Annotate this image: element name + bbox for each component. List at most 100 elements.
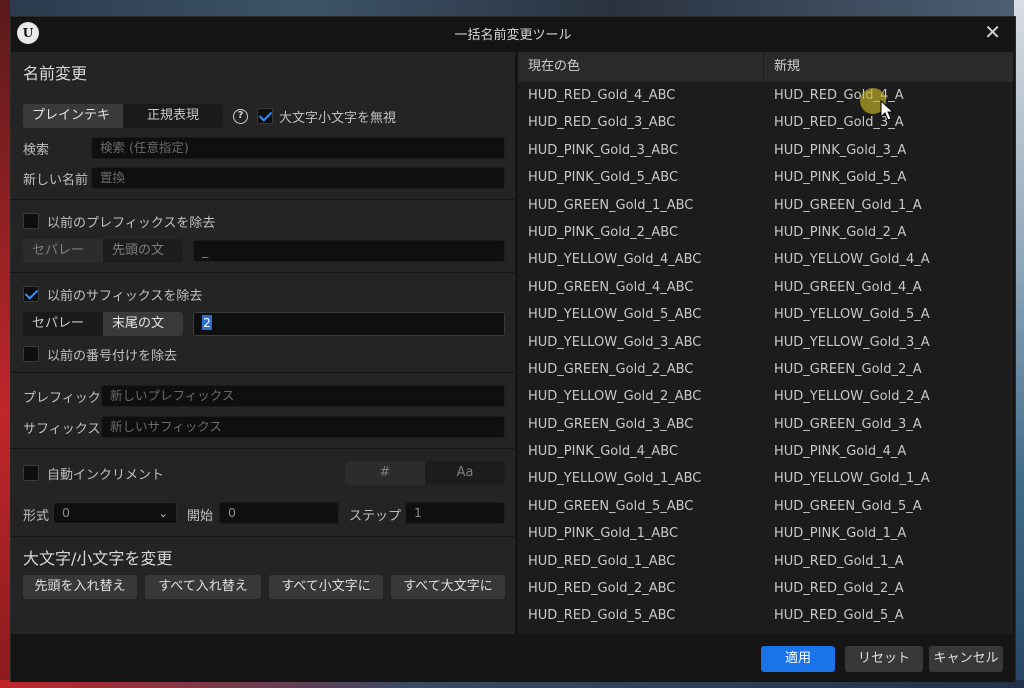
backdrop-left bbox=[0, 0, 10, 688]
table-row[interactable]: HUD_YELLOW_Gold_2_ABC HUD_YELLOW_Gold_2_A bbox=[518, 383, 1013, 410]
table-row[interactable]: HUD_YELLOW_Gold_1_ABC HUD_YELLOW_Gold_1_A bbox=[518, 465, 1013, 492]
table-header: 現在の色 新規 bbox=[518, 52, 1013, 82]
auto-increment-label: 自動インクリメント bbox=[47, 468, 165, 483]
column-header-current[interactable]: 現在の色 bbox=[518, 52, 764, 82]
current-name-cell: HUD_YELLOW_Gold_4_ABC bbox=[528, 252, 702, 268]
increment-mode-hash[interactable]: # bbox=[345, 461, 425, 485]
step-input[interactable]: 1 bbox=[405, 502, 505, 524]
options-panel: 名前変更 プレインテキスト 正規表現 ? 大文字小文字を無視 検索 検索 (任意… bbox=[11, 52, 515, 634]
current-name-cell: HUD_YELLOW_Gold_5_ABC bbox=[528, 307, 702, 323]
table-row[interactable]: HUD_GREEN_Gold_2_ABC HUD_GREEN_Gold_2_A bbox=[518, 356, 1013, 383]
remove-prefix-checkbox[interactable] bbox=[23, 213, 39, 229]
reset-button[interactable]: リセット bbox=[845, 646, 923, 672]
close-icon[interactable]: ✕ bbox=[984, 20, 1001, 44]
increment-mode-alpha[interactable]: Aa bbox=[425, 461, 505, 485]
new-name-cell: HUD_YELLOW_Gold_5_A bbox=[774, 307, 930, 323]
table-row[interactable]: HUD_YELLOW_Gold_4_ABC HUD_YELLOW_Gold_4_A bbox=[518, 246, 1013, 273]
prefix-separator-option[interactable]: セパレータ bbox=[23, 239, 103, 263]
preview-table: 現在の色 新規 HUD_RED_Gold_4_ABC HUD_RED_Gold_4… bbox=[518, 52, 1013, 634]
remove-suffix-label: 以前のサフィックスを除去 bbox=[47, 289, 203, 304]
new-name-cell: HUD_RED_Gold_1_A bbox=[774, 553, 904, 569]
new-suffix-label: サフィックス bbox=[23, 422, 101, 437]
current-name-cell: HUD_GREEN_Gold_4_ABC bbox=[528, 279, 694, 295]
search-input[interactable]: 検索 (任意指定) bbox=[91, 137, 505, 159]
table-row[interactable]: HUD_YELLOW_Gold_3_ABC HUD_YELLOW_Gold_3_A bbox=[518, 329, 1013, 356]
case-change-heading: 大文字/小文字を変更 bbox=[23, 549, 173, 568]
suffix-value-input[interactable]: 2 bbox=[193, 312, 505, 336]
ignore-case-label: 大文字小文字を無視 bbox=[279, 111, 397, 126]
current-name-cell: HUD_RED_Gold_1_ABC bbox=[528, 553, 676, 569]
table-row[interactable]: HUD_RED_Gold_1_ABC HUD_RED_Gold_1_A bbox=[518, 548, 1013, 575]
suffix-separator-option[interactable]: セパレータ bbox=[23, 312, 103, 336]
remove-suffix-checkbox[interactable] bbox=[23, 286, 39, 302]
new-name-cell: HUD_GREEN_Gold_5_A bbox=[774, 498, 922, 514]
rename-section: 名前変更 プレインテキスト 正規表現 ? 大文字小文字を無視 検索 検索 (任意… bbox=[11, 52, 515, 200]
rename-heading: 名前変更 bbox=[23, 64, 88, 83]
remove-numbering-checkbox[interactable] bbox=[23, 346, 39, 362]
table-row[interactable]: HUD_PINK_Gold_4_ABC HUD_PINK_Gold_4_A bbox=[518, 438, 1013, 465]
prefix-leading-chars-option[interactable]: 先頭の文字 bbox=[103, 239, 183, 263]
ignore-case-checkbox[interactable] bbox=[257, 108, 273, 124]
rename-mode-toggle: プレインテキスト 正規表現 bbox=[23, 104, 223, 128]
column-header-new[interactable]: 新規 bbox=[764, 52, 800, 82]
new-name-cell: HUD_RED_Gold_5_A bbox=[774, 608, 904, 624]
lowercase-button[interactable]: すべて小文字に bbox=[269, 575, 383, 599]
new-suffix-input[interactable]: 新しいサフィックス bbox=[101, 416, 505, 438]
new-name-cell: HUD_GREEN_Gold_1_A bbox=[774, 197, 922, 213]
new-name-cell: HUD_YELLOW_Gold_1_A bbox=[774, 471, 930, 487]
new-name-cell: HUD_GREEN_Gold_4_A bbox=[774, 279, 922, 295]
current-name-cell: HUD_PINK_Gold_1_ABC bbox=[528, 526, 679, 542]
format-dropdown[interactable]: 0 ⌄ bbox=[53, 502, 177, 524]
new-name-cell: HUD_YELLOW_Gold_2_A bbox=[774, 389, 930, 405]
table-row[interactable]: HUD_RED_Gold_3_ABC HUD_RED_Gold_3_A bbox=[518, 109, 1013, 136]
mode-plain-text[interactable]: プレインテキスト bbox=[23, 104, 123, 128]
table-row[interactable]: HUD_GREEN_Gold_1_ABC HUD_GREEN_Gold_1_A bbox=[518, 192, 1013, 219]
increment-mode-toggle: # Aa bbox=[345, 461, 505, 485]
table-row[interactable]: HUD_RED_Gold_2_ABC HUD_RED_Gold_2_A bbox=[518, 575, 1013, 602]
table-row[interactable]: HUD_PINK_Gold_1_ABC HUD_PINK_Gold_1_A bbox=[518, 520, 1013, 547]
table-row[interactable]: HUD_GREEN_Gold_3_ABC HUD_GREEN_Gold_3_A bbox=[518, 411, 1013, 438]
prefix-mode-toggle: セパレータ 先頭の文字 bbox=[23, 239, 183, 263]
table-row[interactable]: HUD_YELLOW_Gold_5_ABC HUD_YELLOW_Gold_5_A bbox=[518, 301, 1013, 328]
new-name-cell: HUD_YELLOW_Gold_4_A bbox=[774, 252, 930, 268]
apply-button[interactable]: 適用 bbox=[761, 646, 835, 672]
remove-prefix-label: 以前のプレフィックスを除去 bbox=[47, 216, 216, 231]
current-name-cell: HUD_YELLOW_Gold_3_ABC bbox=[528, 334, 702, 350]
current-name-cell: HUD_PINK_Gold_5_ABC bbox=[528, 170, 679, 186]
new-name-cell: HUD_PINK_Gold_5_A bbox=[774, 170, 907, 186]
current-name-cell: HUD_YELLOW_Gold_1_ABC bbox=[528, 471, 702, 487]
auto-increment-checkbox[interactable] bbox=[23, 465, 39, 481]
new-name-input[interactable]: 置換 bbox=[91, 167, 505, 189]
table-row[interactable]: HUD_PINK_Gold_5_ABC HUD_PINK_Gold_5_A bbox=[518, 164, 1013, 191]
table-row[interactable]: HUD_PINK_Gold_2_ABC HUD_PINK_Gold_2_A bbox=[518, 219, 1013, 246]
remove-numbering-label: 以前の番号付けを除去 bbox=[47, 349, 178, 364]
help-icon[interactable]: ? bbox=[233, 109, 248, 124]
table-row[interactable]: HUD_RED_Gold_4_ABC HUD_RED_Gold_4_A bbox=[518, 82, 1013, 109]
title-bar[interactable]: U 一括名前変更ツール ✕ bbox=[11, 17, 1015, 49]
uppercase-button[interactable]: すべて大文字に bbox=[391, 575, 505, 599]
suffix-trailing-chars-option[interactable]: 末尾の文字 bbox=[103, 312, 183, 336]
mode-regex[interactable]: 正規表現 bbox=[123, 104, 223, 128]
new-name-cell: HUD_RED_Gold_2_A bbox=[774, 581, 904, 597]
table-row[interactable]: HUD_PINK_Gold_3_ABC HUD_PINK_Gold_3_A bbox=[518, 137, 1013, 164]
start-input[interactable]: 0 bbox=[219, 502, 339, 524]
capitalize-button[interactable]: 先頭を入れ替え bbox=[23, 575, 137, 599]
table-row[interactable]: HUD_GREEN_Gold_5_ABC HUD_GREEN_Gold_5_A bbox=[518, 493, 1013, 520]
swap-all-button[interactable]: すべて入れ替え bbox=[145, 575, 261, 599]
new-prefix-label: プレフィック. bbox=[23, 391, 105, 406]
current-name-cell: HUD_RED_Gold_3_ABC bbox=[528, 115, 676, 131]
prefix-value-input[interactable]: _ bbox=[193, 240, 505, 262]
bulk-rename-dialog: U 一括名前変更ツール ✕ 名前変更 プレインテキスト 正規表現 ? 大文字小文… bbox=[10, 16, 1016, 682]
new-prefix-input[interactable]: 新しいプレフィックス bbox=[101, 385, 505, 407]
add-affix-section: プレフィック. 新しいプレフィックス サフィックス 新しいサフィックス bbox=[11, 373, 515, 449]
new-name-cell: HUD_GREEN_Gold_2_A bbox=[774, 361, 922, 377]
prefix-remove-section: 以前のプレフィックスを除去 セパレータ 先頭の文字 _ bbox=[11, 200, 515, 273]
footer: 適用 リセット キャンセル bbox=[11, 634, 1015, 682]
table-row[interactable]: HUD_GREEN_Gold_4_ABC HUD_GREEN_Gold_4_A bbox=[518, 274, 1013, 301]
start-label: 開始 bbox=[187, 509, 214, 524]
table-row[interactable]: HUD_RED_Gold_5_ABC HUD_RED_Gold_5_A bbox=[518, 602, 1013, 629]
cancel-button[interactable]: キャンセル bbox=[929, 646, 1003, 672]
new-name-cell: HUD_PINK_Gold_2_A bbox=[774, 224, 907, 240]
auto-increment-section: 自動インクリメント # Aa 形式 0 ⌄ 開始 0 ステップ 1 bbox=[11, 449, 515, 537]
current-name-cell: HUD_PINK_Gold_2_ABC bbox=[528, 224, 679, 240]
